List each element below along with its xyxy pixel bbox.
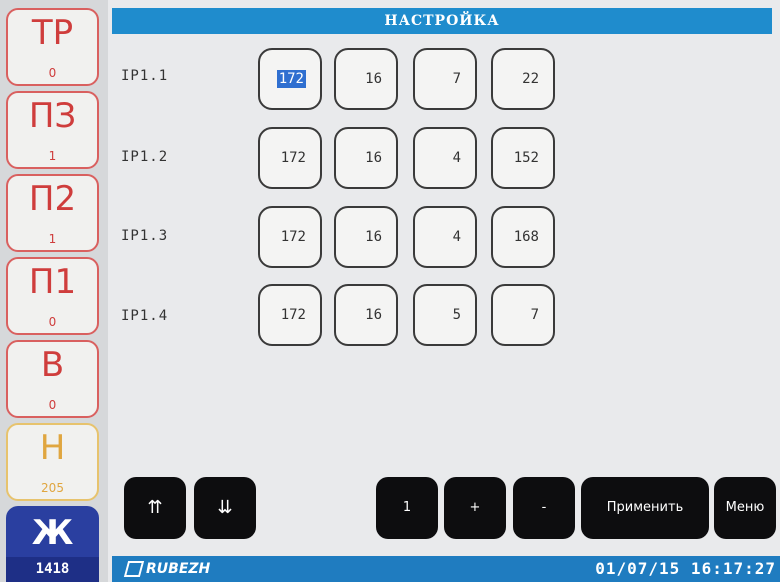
- ip-octet-field[interactable]: 16: [334, 284, 398, 346]
- ip-octet-field[interactable]: 4: [413, 206, 477, 268]
- sidebar-item-code: В: [40, 345, 65, 385]
- ip-octet-field[interactable]: 7: [413, 48, 477, 110]
- settings-panel: НАСТРОЙКА IP1.1 172 16 7 22 IP1.2 172 16…: [108, 0, 780, 582]
- ip-octet-field[interactable]: 16: [334, 206, 398, 268]
- sidebar-item-count: 1418: [6, 557, 99, 582]
- sidebar-item-code: Ж: [31, 513, 74, 553]
- sidebar-item-zh[interactable]: Ж: [6, 506, 99, 558]
- sidebar-item-count: 0: [48, 398, 57, 412]
- sidebar-item-p1[interactable]: П1 0: [6, 257, 99, 335]
- page-title: НАСТРОЙКА: [112, 8, 772, 34]
- brand-logo: RUBEZH: [123, 558, 211, 580]
- ip-row-label: IP1.4: [121, 308, 169, 324]
- ip-octet-field[interactable]: 172: [258, 48, 322, 110]
- sidebar-item-count: 205: [41, 481, 64, 495]
- rubezh-logo-icon: [123, 561, 145, 577]
- device-screen: ТР 0 ПЗ 1 П2 1 П1 0 В 0 Н 205 Ж 1418 НАС…: [0, 0, 780, 582]
- scroll-down-button[interactable]: ⇊: [194, 477, 256, 539]
- status-bar: RUBEZH 01/07/15 16:17:27: [112, 556, 780, 582]
- selected-octet-text: 172: [276, 70, 306, 88]
- sidebar-item-v[interactable]: В 0: [6, 340, 99, 418]
- scroll-up-button[interactable]: ⇈: [124, 477, 186, 539]
- step-button[interactable]: 1: [376, 477, 438, 539]
- ip-octet-field[interactable]: 7: [491, 284, 555, 346]
- decrement-button[interactable]: -: [513, 477, 575, 539]
- sidebar-item-count: 1: [48, 149, 57, 163]
- ip-row-label: IP1.2: [121, 149, 169, 165]
- menu-button[interactable]: Меню: [714, 477, 776, 539]
- sidebar-item-code: ТР: [31, 13, 74, 53]
- sidebar-item-code: П1: [28, 262, 77, 302]
- ip-row-label: IP1.1: [121, 68, 169, 84]
- sidebar-item-p2[interactable]: П2 1: [6, 174, 99, 252]
- sidebar-item-pz[interactable]: ПЗ 1: [6, 91, 99, 169]
- sidebar-item-code: ПЗ: [28, 96, 77, 136]
- ip-octet-field[interactable]: 4: [413, 127, 477, 189]
- ip-octet-field[interactable]: 172: [258, 284, 322, 346]
- datetime-display: 01/07/15 16:17:27: [595, 559, 776, 578]
- sidebar-item-count: 1: [48, 232, 57, 246]
- sidebar-item-code: П2: [28, 179, 77, 219]
- apply-button[interactable]: Применить: [581, 477, 709, 539]
- status-sidebar: ТР 0 ПЗ 1 П2 1 П1 0 В 0 Н 205 Ж 1418: [0, 0, 108, 582]
- ip-octet-field[interactable]: 168: [491, 206, 555, 268]
- ip-row-label: IP1.3: [121, 228, 169, 244]
- sidebar-item-tr[interactable]: ТР 0: [6, 8, 99, 86]
- sidebar-item-count: 0: [48, 66, 57, 80]
- ip-octet-field[interactable]: 16: [334, 127, 398, 189]
- ip-octet-field[interactable]: 172: [258, 206, 322, 268]
- ip-octet-field[interactable]: 22: [491, 48, 555, 110]
- ip-octet-field[interactable]: 172: [258, 127, 322, 189]
- brand-name: RUBEZH: [146, 561, 211, 577]
- sidebar-item-n[interactable]: Н 205: [6, 423, 99, 501]
- ip-octet-field[interactable]: 5: [413, 284, 477, 346]
- ip-octet-field[interactable]: 16: [334, 48, 398, 110]
- sidebar-item-count: 0: [48, 315, 57, 329]
- ip-octet-field[interactable]: 152: [491, 127, 555, 189]
- increment-button[interactable]: +: [444, 477, 506, 539]
- sidebar-item-code: Н: [39, 428, 66, 468]
